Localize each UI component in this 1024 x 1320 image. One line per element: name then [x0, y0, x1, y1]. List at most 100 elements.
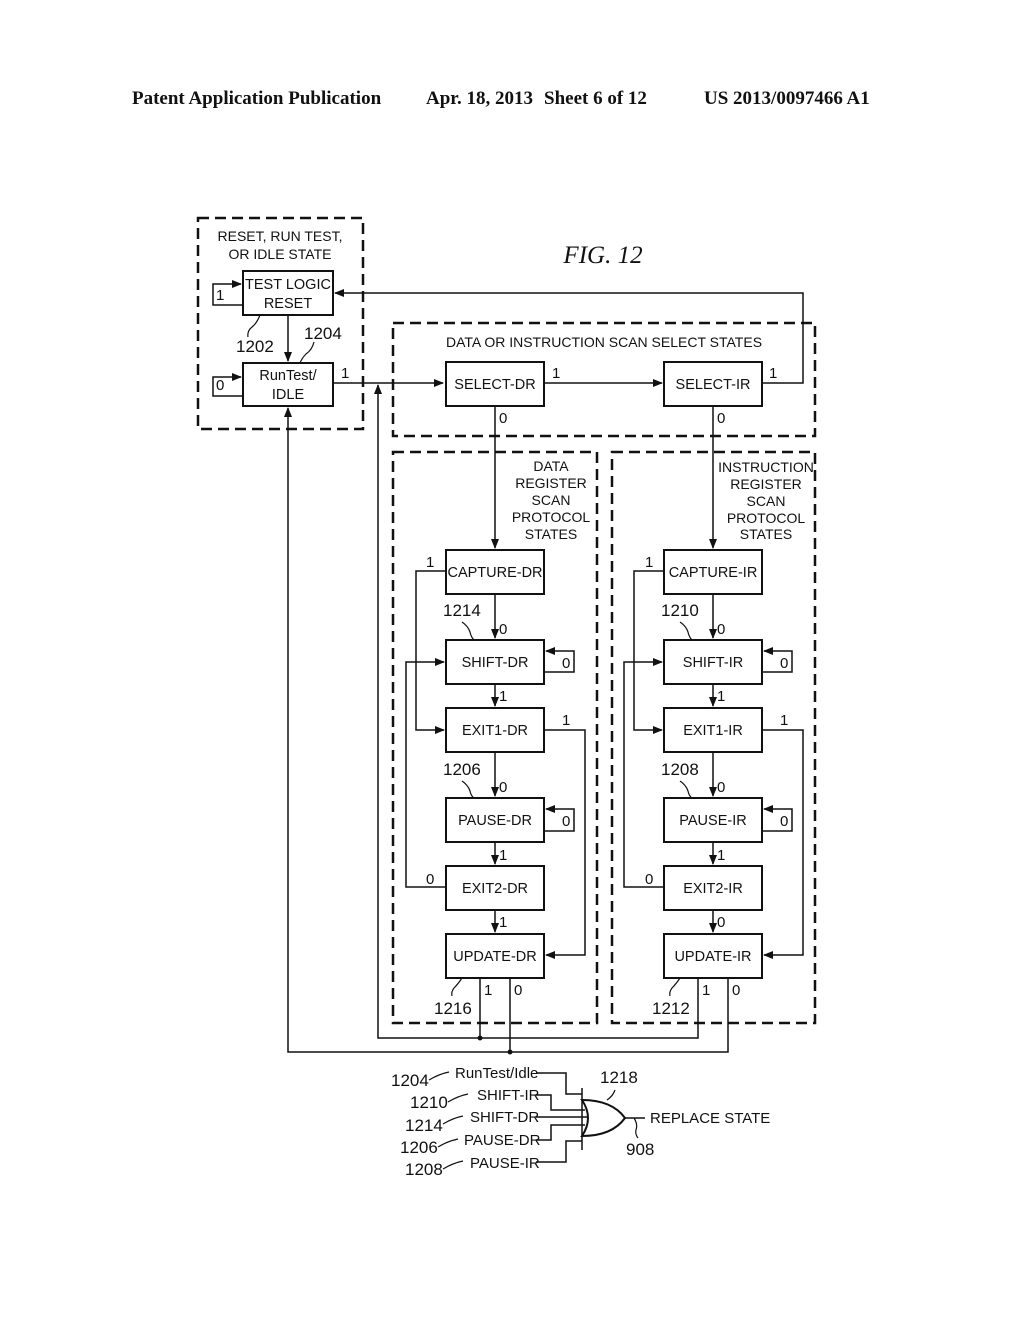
group-scan-select-label: DATA OR INSTRUCTION SCAN SELECT STATES: [446, 334, 762, 350]
junction-dot: [477, 1035, 483, 1041]
transition-label: 1: [484, 982, 492, 999]
ref-leader: [633, 1117, 639, 1139]
state-select-ir: SELECT-IR: [663, 361, 763, 407]
ref-leader: [669, 977, 681, 997]
state-pause-dr: PAUSE-DR: [445, 797, 545, 843]
state-label: UPDATE-IR: [674, 949, 751, 965]
state-label: EXIT1-IR: [683, 723, 743, 739]
transition-label: 0: [216, 377, 224, 394]
ref-1206: 1206: [400, 1138, 438, 1157]
transition-label: 0: [717, 914, 725, 931]
state-select-dr: SELECT-DR: [445, 361, 545, 407]
state-label: EXIT2-DR: [462, 881, 528, 897]
state-capture-ir: CAPTURE-IR: [663, 549, 763, 595]
or-input-wire: [536, 1140, 582, 1163]
transition-label: 1: [426, 554, 434, 571]
state-shift-ir: SHIFT-IR: [663, 639, 763, 685]
or-input-wire: [536, 1124, 585, 1141]
exit1-dr-to-update-dr: [544, 729, 586, 959]
ref-1210: 1210: [661, 601, 699, 620]
ref-leader: [679, 621, 693, 641]
exit2-ir-to-shift-ir: [623, 658, 664, 888]
ref-1204: 1204: [391, 1071, 429, 1090]
ref-1216: 1216: [434, 999, 472, 1018]
transition-label: 0: [717, 410, 725, 427]
ref-leader: [451, 977, 463, 997]
ref-1214: 1214: [443, 601, 481, 620]
group-data-register-label: DATA REGISTER SCAN PROTOCOL STATES: [512, 458, 591, 542]
transition-label: 1: [717, 688, 725, 705]
ir-label-line: PROTOCOL: [727, 510, 806, 526]
state-label: CAPTURE-IR: [669, 565, 758, 581]
or-input-label: PAUSE-DR: [464, 1132, 541, 1149]
ir-label-line: INSTRUCTION: [718, 459, 814, 475]
figure-title: FIG. 12: [562, 242, 642, 269]
state-test-logic-reset: TEST LOGIC RESET: [242, 270, 334, 316]
transition-label: 0: [499, 779, 507, 796]
ir-label-line: SCAN: [747, 493, 786, 509]
transition-label: 1: [216, 287, 224, 304]
transition-label: 1: [702, 982, 710, 999]
or-input-label: SHIFT-IR: [477, 1087, 540, 1104]
dr-label-line: SCAN: [532, 492, 571, 508]
state-update-ir: UPDATE-IR: [663, 933, 763, 979]
transition-label: 0: [717, 779, 725, 796]
capture-dr-to-exit1-dr: [415, 570, 446, 734]
ref-908: 908: [626, 1140, 654, 1159]
ref-leader: [606, 1089, 616, 1101]
ref-1208: 1208: [661, 760, 699, 779]
capture-ir-to-exit1-ir: [633, 570, 664, 734]
ir-label-line: STATES: [740, 526, 792, 542]
ref-1218: 1218: [600, 1068, 638, 1087]
ref-leader: [679, 780, 693, 799]
transition-label: 0: [562, 655, 570, 672]
transition-label: 0: [717, 621, 725, 638]
transition-label: 1: [717, 847, 725, 864]
ref-leader: [247, 314, 261, 338]
state-label: IDLE: [272, 387, 305, 403]
or-gate-symbol: [580, 1098, 627, 1138]
ref-1212: 1212: [652, 999, 690, 1018]
state-shift-dr: SHIFT-DR: [445, 639, 545, 685]
transition-label: 1: [552, 365, 560, 382]
state-exit1-dr: EXIT1-DR: [445, 707, 545, 753]
or-input-wire: [536, 1072, 582, 1095]
state-label: TEST LOGIC: [245, 277, 331, 293]
exit2-dr-to-shift-dr: [405, 658, 446, 888]
or-input-wire: [536, 1094, 585, 1111]
transition-label: 1: [645, 554, 653, 571]
state-pause-ir: PAUSE-IR: [663, 797, 763, 843]
state-label: PAUSE-IR: [679, 813, 746, 829]
dr-label-line: PROTOCOL: [512, 509, 591, 525]
state-update-dr: UPDATE-DR: [445, 933, 545, 979]
ref-leader: [299, 341, 315, 364]
or-input-label: PAUSE-IR: [470, 1155, 540, 1172]
ref-1204: 1204: [304, 324, 342, 343]
transition-label: 1: [769, 365, 777, 382]
dr-label-line: DATA: [533, 458, 569, 474]
state-exit1-ir: EXIT1-IR: [663, 707, 763, 753]
transition-label: 0: [426, 871, 434, 888]
ref-1210: 1210: [410, 1093, 448, 1112]
ref-1208: 1208: [405, 1160, 443, 1179]
state-label: CAPTURE-DR: [447, 565, 542, 581]
state-label: SELECT-DR: [454, 377, 535, 393]
transition-label: 1: [341, 365, 349, 382]
or-output-label: REPLACE STATE: [650, 1110, 770, 1127]
dr-label-line: REGISTER: [515, 475, 587, 491]
transition-label: 0: [780, 813, 788, 830]
state-label: EXIT1-DR: [462, 723, 528, 739]
group-reset-idle-label-2: OR IDLE STATE: [229, 246, 332, 262]
transition-label: 0: [562, 813, 570, 830]
state-label: UPDATE-DR: [453, 949, 537, 965]
transition-label: 1: [499, 914, 507, 931]
state-exit2-ir: EXIT2-IR: [663, 865, 763, 911]
state-label: RESET: [264, 296, 312, 312]
state-label: EXIT2-IR: [683, 881, 743, 897]
state-label: SHIFT-DR: [462, 655, 529, 671]
exit1-ir-to-update-ir: [762, 729, 804, 959]
ref-leader: [437, 1138, 459, 1148]
ref-leader: [428, 1071, 450, 1081]
or-input-label: SHIFT-DR: [470, 1109, 539, 1126]
transition-label: 0: [780, 655, 788, 672]
